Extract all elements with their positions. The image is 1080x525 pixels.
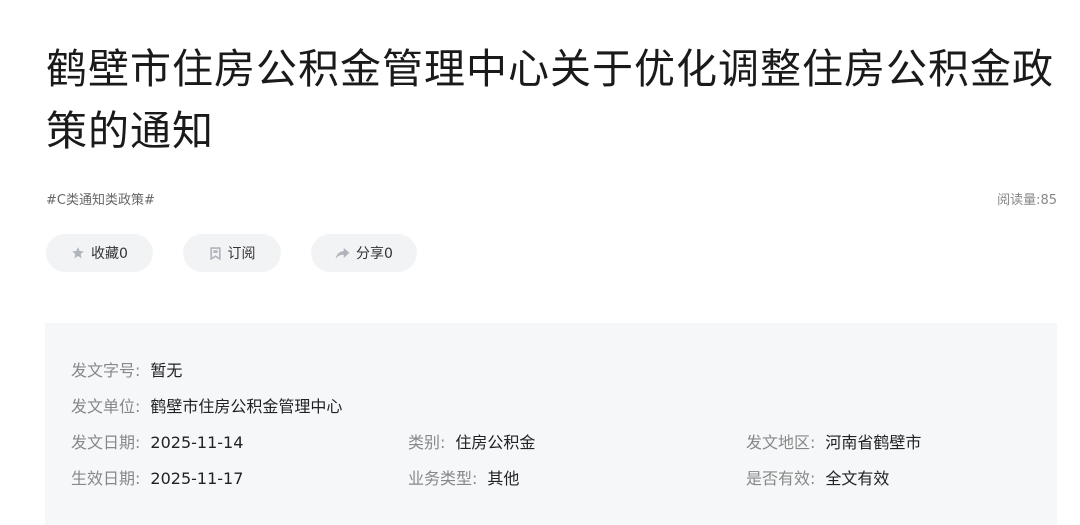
policy-tag[interactable]: #C类通知类政策#: [46, 189, 155, 208]
doc-no-label: 发文字号:: [71, 361, 141, 380]
category-value: 住房公积金: [455, 433, 536, 452]
doc-no-value: 暂无: [150, 361, 183, 380]
issue-date-value: 2025-11-14: [150, 433, 244, 452]
issue-date-label: 发文日期:: [71, 433, 141, 452]
region-label: 发文地区:: [746, 433, 816, 452]
share-arrow-icon: [335, 247, 350, 260]
valid-value: 全文有效: [825, 469, 890, 488]
read-count: 阅读量:85: [997, 193, 1057, 208]
subscribe-button[interactable]: 订阅: [183, 234, 281, 272]
effective-date-value: 2025-11-17: [150, 469, 244, 488]
article-title: 鹤壁市住房公积金管理中心关于优化调整住房公积金政策的通知: [46, 45, 1054, 155]
business-type-value: 其他: [487, 469, 520, 488]
star-icon: [71, 246, 85, 260]
business-type-label: 业务类型:: [408, 469, 478, 488]
favorite-button[interactable]: 收藏0: [46, 234, 153, 272]
policy-article-page: 鹤壁市住房公积金管理中心关于优化调整住房公积金政策的通知 #C类通知类政策# 阅…: [0, 0, 1080, 525]
region-value: 河南省鹤壁市: [825, 433, 922, 452]
bookmark-icon: [209, 246, 222, 260]
subscribe-label: 订阅: [227, 246, 256, 262]
category-label: 类别:: [408, 433, 446, 452]
issuer-value: 鹤壁市住房公积金管理中心: [150, 397, 343, 416]
action-bar: 收藏0 订阅 分享0: [46, 234, 447, 272]
favorite-label: 收藏0: [91, 246, 128, 262]
document-info-panel: 发文字号: 暂无 发文单位: 鹤壁市住房公积金管理中心 发文日期: 2025-11-1…: [45, 323, 1057, 525]
effective-date-label: 生效日期:: [71, 469, 141, 488]
valid-label: 是否有效:: [746, 469, 816, 488]
share-button[interactable]: 分享0: [311, 234, 417, 272]
issuer-label: 发文单位:: [71, 397, 141, 416]
share-label: 分享0: [356, 246, 393, 262]
